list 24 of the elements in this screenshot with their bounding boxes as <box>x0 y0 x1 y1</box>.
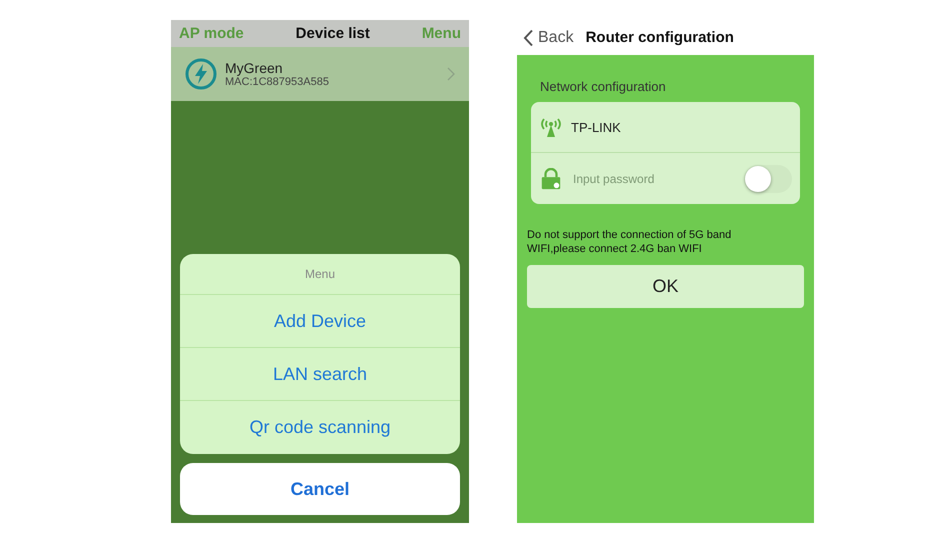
network-name: TP-LINK <box>571 120 621 134</box>
back-button[interactable]: Back <box>523 28 574 46</box>
nav-title: Device list <box>296 25 370 42</box>
ap-mode-button[interactable]: AP mode <box>179 25 244 42</box>
sheet-title: Menu <box>180 254 460 295</box>
nav-title: Router configuration <box>586 29 734 46</box>
notice-text: Do not support the connection of 5G band WIFI,please connect 2.4G ban WIFI <box>527 228 732 256</box>
chevron-icon <box>447 67 455 81</box>
lightning-icon <box>185 58 217 90</box>
menu-item[interactable]: LAN search <box>180 348 460 401</box>
device-mac: MAC:1C887953A585 <box>225 76 330 88</box>
device-name: MyGreen <box>225 60 284 76</box>
lock-icon <box>539 168 563 190</box>
ok-button[interactable]: OK <box>527 265 804 308</box>
section-title: Network configuration <box>540 79 667 94</box>
menu-item[interactable]: Add Device <box>180 295 460 348</box>
password-field[interactable]: Input password <box>571 170 736 186</box>
cancel-button[interactable]: Cancel <box>180 463 460 515</box>
menu-button[interactable]: Menu <box>422 25 461 42</box>
back-chevron-icon <box>523 28 534 46</box>
device-item[interactable]: MyGreen MAC:1C887953A585 <box>171 47 469 101</box>
antenna-icon <box>539 116 563 138</box>
toggle-switch[interactable] <box>744 164 792 192</box>
menu-item[interactable]: Qr code scanning <box>180 401 460 454</box>
